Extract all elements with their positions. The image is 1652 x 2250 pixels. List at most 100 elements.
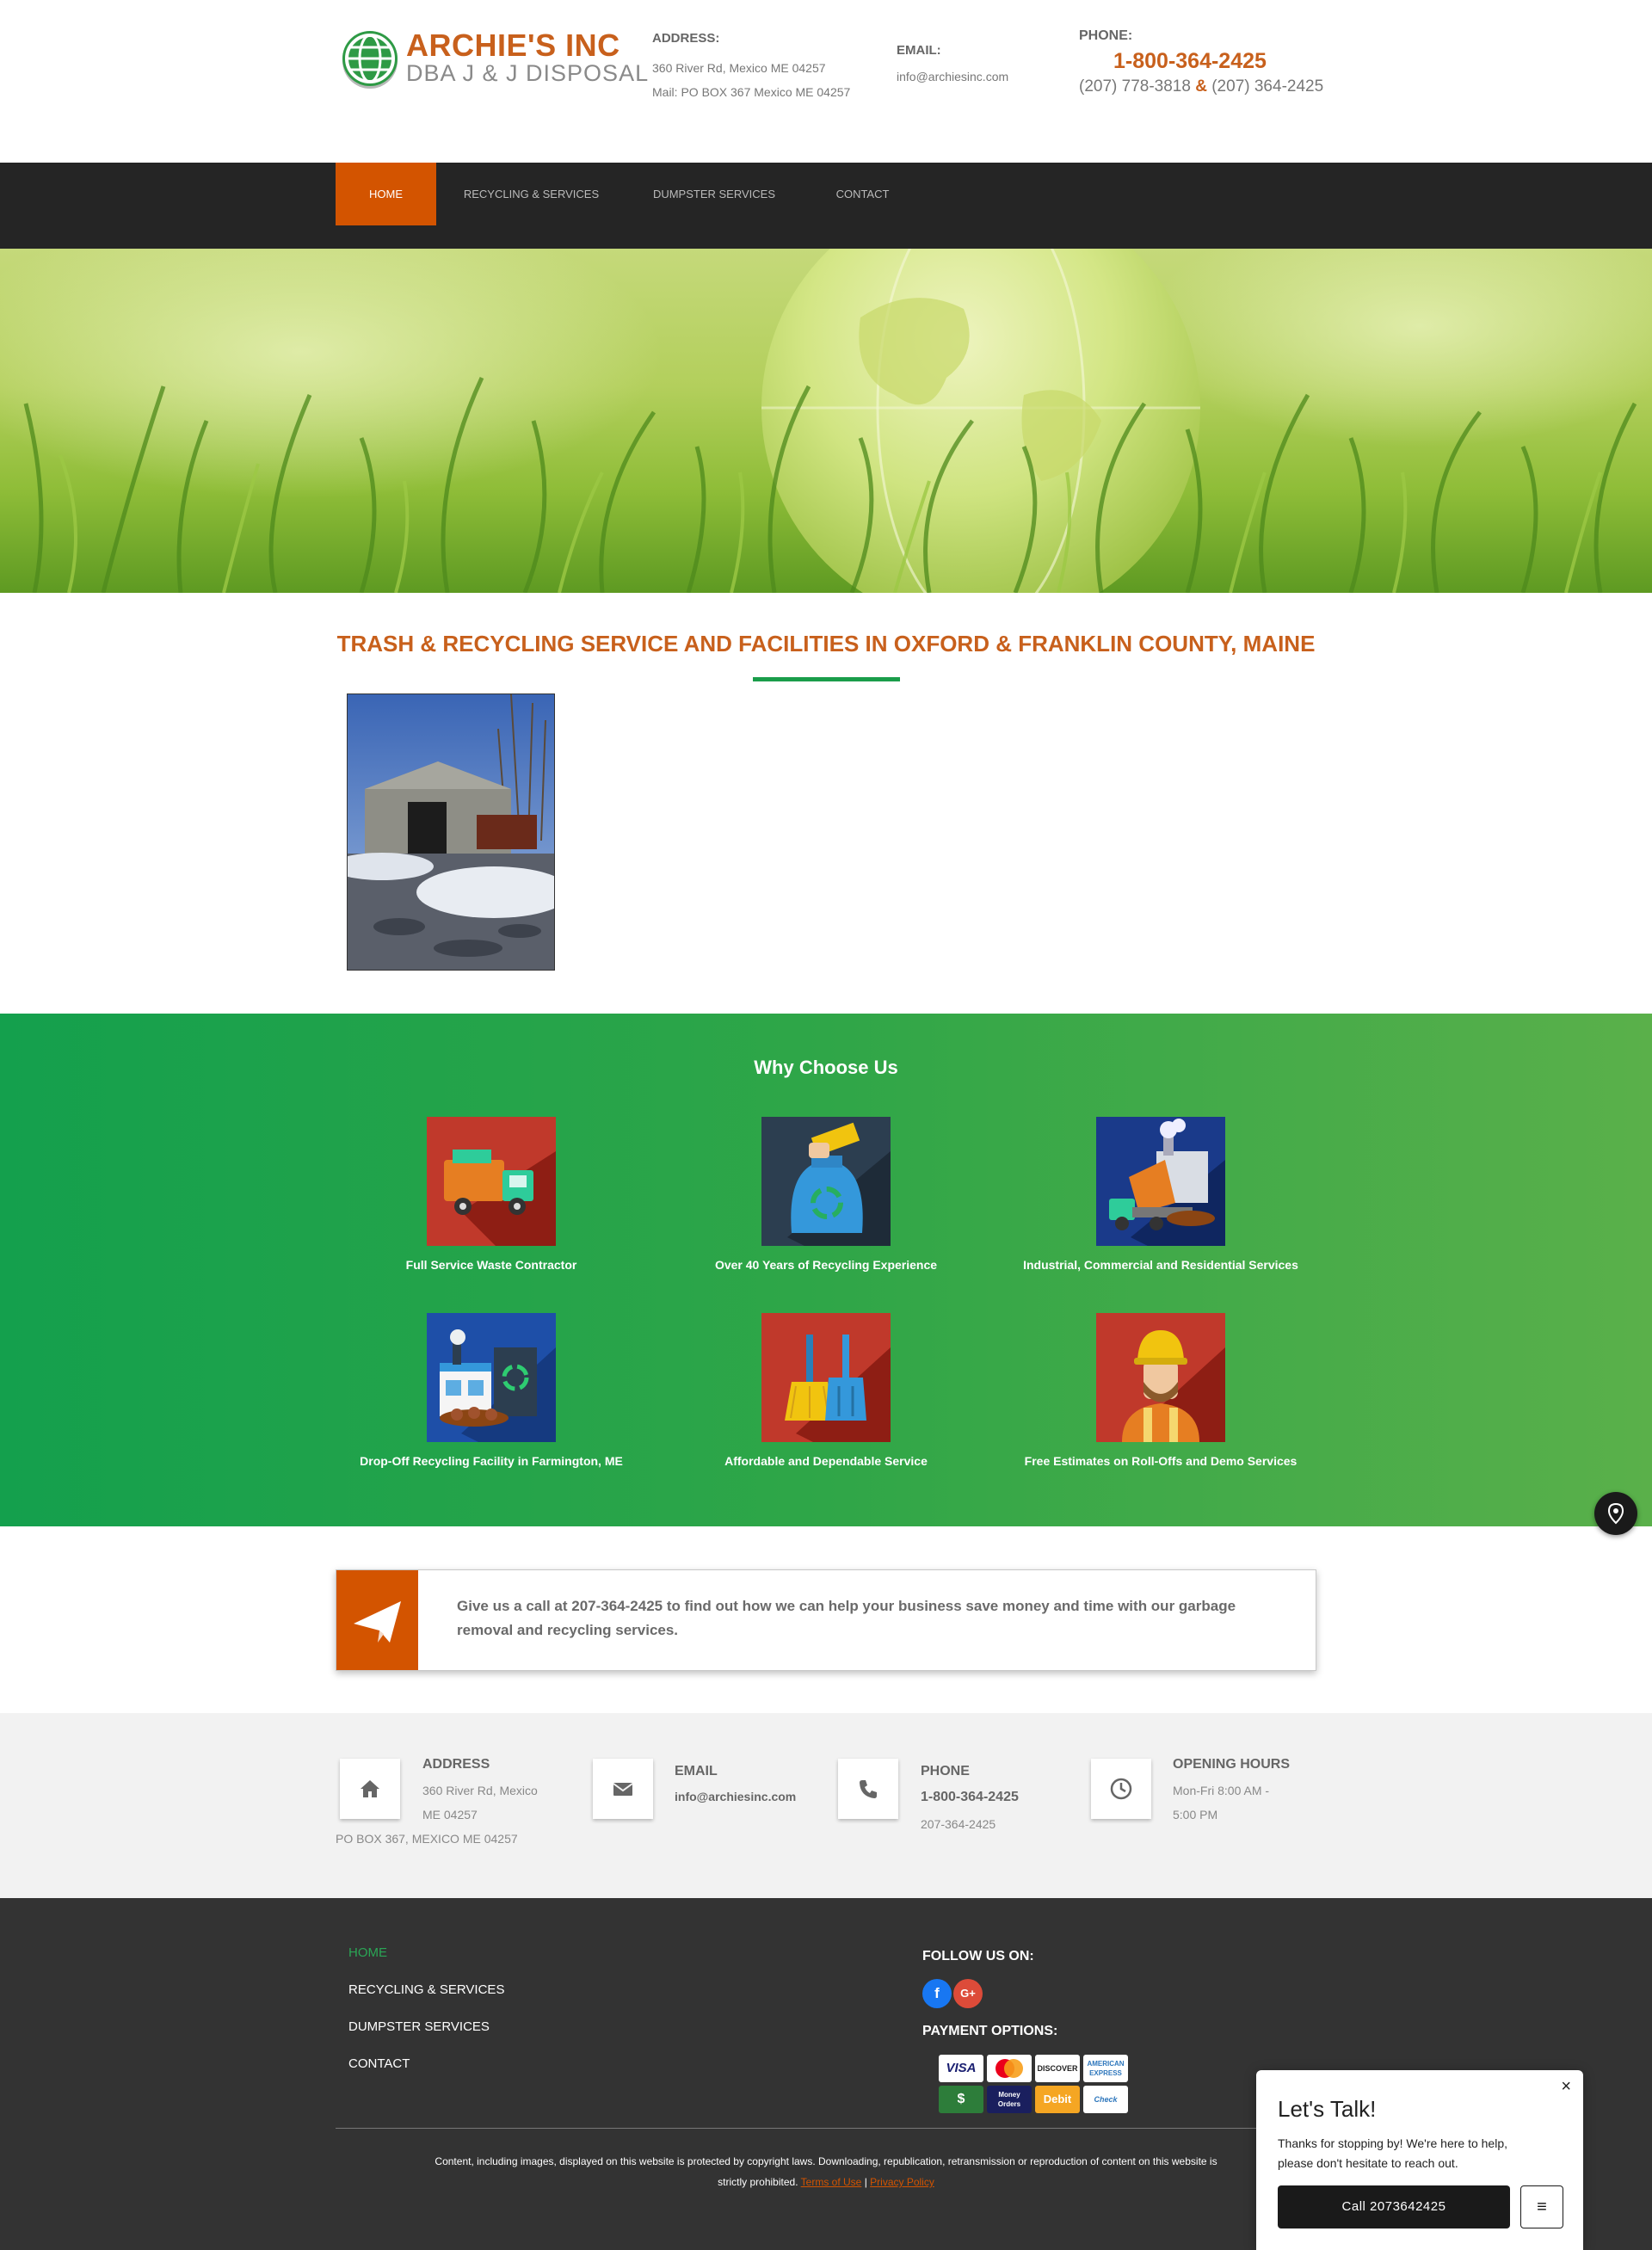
chat-widget: × Let's Talk! Thanks for stopping by! We… bbox=[1256, 2070, 1583, 2250]
why-choose-us-section: Why Choose Us Full Service Waste Contrac… bbox=[0, 1014, 1652, 1526]
nav-recycling-services[interactable]: RECYCLING & SERVICES bbox=[456, 163, 607, 225]
recycling-facility-icon bbox=[427, 1313, 556, 1442]
header-address: ADDRESS: 360 River Rd, Mexico ME 04257 M… bbox=[652, 31, 850, 104]
address-line-2: Mail: PO BOX 367 Mexico ME 04257 bbox=[652, 85, 851, 99]
discover-icon: DISCOVER bbox=[1035, 2055, 1080, 2082]
feature-label: Drop-Off Recycling Facility in Farmingto… bbox=[360, 1454, 623, 1468]
cash-icon: $ bbox=[939, 2086, 983, 2113]
privacy-policy-link[interactable]: Privacy Policy bbox=[870, 2176, 934, 2188]
contact-phone-main[interactable]: 1-800-364-2425 bbox=[921, 1790, 1019, 1805]
broom-dustpan-icon bbox=[761, 1313, 891, 1442]
map-pin-icon bbox=[1607, 1502, 1624, 1525]
check-icon: Check bbox=[1083, 2086, 1128, 2113]
feature-free-estimates: Free Estimates on Roll-Offs and Demo Ser… bbox=[989, 1313, 1333, 1468]
email-link[interactable]: info@archiesinc.com bbox=[897, 65, 1008, 89]
header-phone: PHONE: 1-800-364-2425 (207) 778-3818 & (… bbox=[1079, 28, 1323, 96]
contact-address-line-1: 360 River Rd, Mexico bbox=[422, 1784, 538, 1797]
contact-hours-title: OPENING HOURS bbox=[1173, 1757, 1291, 1772]
footer-copyright: Content, including images, displayed on … bbox=[422, 2151, 1230, 2192]
feature-label: Free Estimates on Roll-Offs and Demo Ser… bbox=[1024, 1454, 1298, 1468]
logo-subtitle: DBA J & J DISPOSAL bbox=[406, 60, 650, 86]
clock-icon-box bbox=[1091, 1759, 1151, 1819]
visa-icon: VISA bbox=[939, 2055, 983, 2082]
feature-drop-off-facility: Drop-Off Recycling Facility in Farmingto… bbox=[319, 1313, 663, 1468]
address-label: ADDRESS: bbox=[652, 31, 720, 46]
facebook-icon[interactable]: f bbox=[922, 1979, 952, 2008]
main-nav: HOME RECYCLING & SERVICES DUMPSTER SERVI… bbox=[0, 163, 1652, 249]
chat-title: Let's Talk! bbox=[1278, 2096, 1377, 2122]
logo[interactable]: ARCHIE'S INC DBA J & J DISPOSAL bbox=[342, 28, 648, 89]
feature-affordable: Affordable and Dependable Service bbox=[654, 1313, 998, 1468]
feature-label: Affordable and Dependable Service bbox=[724, 1454, 928, 1468]
page-title: TRASH & RECYCLING SERVICE AND FACILITIES… bbox=[336, 631, 1316, 657]
garbage-truck-icon bbox=[427, 1117, 556, 1246]
feature-label: Full Service Waste Contractor bbox=[405, 1258, 577, 1272]
call-to-action-text: Give us a call at 207-364-2425 to find o… bbox=[457, 1598, 1236, 1638]
footer-nav-recycling-services[interactable]: RECYCLING & SERVICES bbox=[348, 1982, 504, 1997]
contact-address-line-2: ME 04257 bbox=[422, 1808, 478, 1822]
worker-icon bbox=[1096, 1313, 1225, 1442]
logo-name: ARCHIE'S INC bbox=[406, 28, 620, 63]
hero-banner bbox=[0, 249, 1652, 593]
why-title: Why Choose Us bbox=[754, 1057, 898, 1078]
grass-globe-image bbox=[0, 249, 1652, 593]
payment-options-label: PAYMENT OPTIONS: bbox=[922, 2024, 1058, 2038]
contact-info-strip: ADDRESS 360 River Rd, Mexico ME 04257 PO… bbox=[0, 1713, 1652, 1898]
footer-link-separator: | bbox=[864, 2176, 867, 2188]
follow-us-label: FOLLOW US ON: bbox=[922, 1949, 1034, 1963]
nav-contact[interactable]: CONTACT bbox=[822, 163, 903, 225]
phone-label: PHONE: bbox=[1079, 28, 1133, 43]
facility-photo bbox=[347, 693, 555, 971]
feature-label: Over 40 Years of Recycling Experience bbox=[714, 1258, 938, 1272]
feature-industrial-commercial-residential: Industrial, Commercial and Residential S… bbox=[989, 1117, 1333, 1272]
feature-full-service: Full Service Waste Contractor bbox=[319, 1117, 663, 1272]
dump-truck-factory-icon bbox=[1096, 1117, 1225, 1246]
menu-icon[interactable]: ≡ bbox=[1520, 2185, 1563, 2228]
contact-email-link[interactable]: info@archiesinc.com bbox=[675, 1790, 796, 1803]
money-orders-icon: Money Orders bbox=[987, 2086, 1032, 2113]
recycling-bag-icon bbox=[761, 1117, 891, 1246]
phone-icon-box bbox=[838, 1759, 898, 1819]
envelope-icon-box bbox=[593, 1759, 653, 1819]
footer-divider bbox=[336, 2128, 1316, 2129]
phone-main-link[interactable]: 1-800-364-2425 bbox=[1113, 49, 1323, 74]
contact-address-line-3: PO BOX 367, MEXICO ME 04257 bbox=[336, 1832, 518, 1846]
nav-home[interactable]: HOME bbox=[336, 163, 436, 225]
email-label: EMAIL: bbox=[897, 43, 941, 58]
title-underline bbox=[753, 677, 900, 681]
terms-of-use-link[interactable]: Terms of Use bbox=[801, 2176, 862, 2188]
footer-nav-contact[interactable]: CONTACT bbox=[348, 2056, 410, 2071]
paper-plane-icon bbox=[336, 1570, 418, 1670]
site-header: ARCHIE'S INC DBA J & J DISPOSAL ADDRESS:… bbox=[0, 0, 1652, 163]
contact-email-title: EMAIL bbox=[675, 1764, 718, 1778]
contact-phone-title: PHONE bbox=[921, 1764, 970, 1778]
contact-address-title: ADDRESS bbox=[422, 1757, 490, 1772]
call-button[interactable]: Call 2073642425 bbox=[1278, 2185, 1510, 2228]
footer-nav-home[interactable]: HOME bbox=[348, 1945, 387, 1960]
close-icon[interactable]: × bbox=[1561, 2077, 1571, 2097]
amex-icon: AMERICAN EXPRESS bbox=[1083, 2055, 1128, 2082]
header-email: EMAIL: info@archiesinc.com bbox=[897, 43, 1008, 89]
home-icon-box bbox=[340, 1759, 400, 1819]
call-to-action-box: Give us a call at 207-364-2425 to find o… bbox=[336, 1569, 1316, 1671]
mastercard-icon bbox=[987, 2055, 1032, 2082]
phone-alt-2[interactable]: (207) 364-2425 bbox=[1211, 77, 1323, 96]
feature-label: Industrial, Commercial and Residential S… bbox=[1023, 1258, 1298, 1272]
chat-message: Thanks for stopping by! We're here to he… bbox=[1278, 2136, 1508, 2170]
google-plus-icon[interactable]: G+ bbox=[953, 1979, 983, 2008]
address-line-1: 360 River Rd, Mexico ME 04257 bbox=[652, 61, 826, 75]
debit-icon: Debit bbox=[1035, 2086, 1080, 2113]
map-pin-button[interactable] bbox=[1594, 1492, 1637, 1535]
footer-nav-dumpster-services[interactable]: DUMPSTER SERVICES bbox=[348, 2019, 490, 2034]
envelope-icon bbox=[613, 1783, 633, 1796]
phone-icon bbox=[860, 1780, 877, 1798]
phone-alt-1[interactable]: (207) 778-3818 bbox=[1079, 77, 1191, 96]
clock-icon bbox=[1110, 1778, 1132, 1800]
phone-alternates: (207) 778-3818 & (207) 364-2425 bbox=[1079, 77, 1323, 96]
home-icon bbox=[361, 1780, 379, 1797]
nav-dumpster-services[interactable]: DUMPSTER SERVICES bbox=[645, 163, 783, 225]
contact-phone-alt[interactable]: 207-364-2425 bbox=[921, 1812, 996, 1836]
contact-hours-line-1: Mon-Fri 8:00 AM - bbox=[1173, 1784, 1270, 1797]
phone-amp: & bbox=[1195, 77, 1207, 96]
address-text: 360 River Rd, Mexico ME 04257 Mail: PO B… bbox=[652, 56, 850, 104]
